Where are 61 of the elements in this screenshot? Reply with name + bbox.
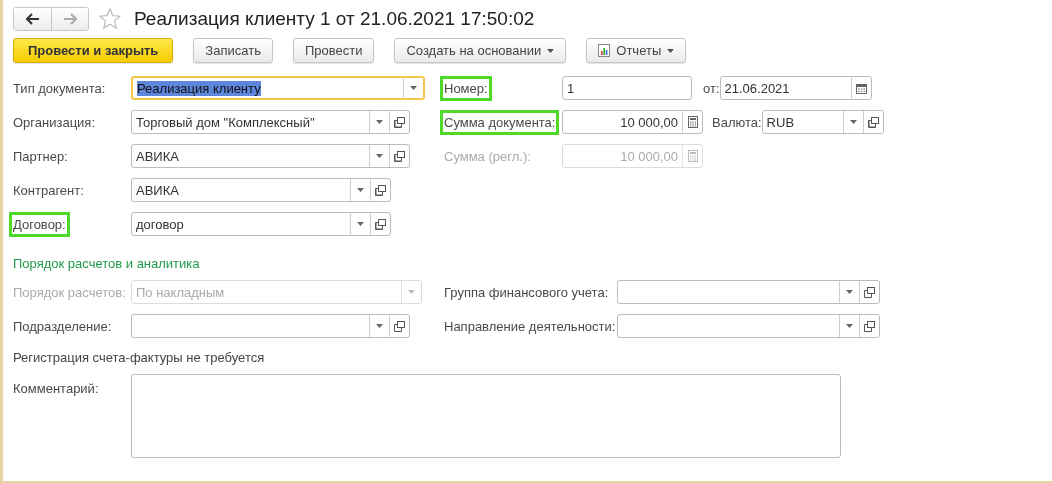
text-field[interactable]: 1 xyxy=(562,76,692,100)
field-label: Подразделение: xyxy=(13,317,112,335)
reports-button[interactable]: Отчеты xyxy=(586,38,687,63)
field-label: Комментарий: xyxy=(13,380,100,398)
caret-icon xyxy=(357,222,364,226)
number-field[interactable]: 10 000,00 xyxy=(562,110,703,134)
report-icon xyxy=(598,44,611,57)
calculator-icon xyxy=(687,150,698,162)
open-window-icon xyxy=(394,320,405,332)
left-arrow-icon xyxy=(25,13,40,25)
select-field[interactable]: Реализация клиенту xyxy=(131,76,425,100)
calendar-icon xyxy=(855,82,867,94)
caret-icon xyxy=(849,120,857,124)
open-window-icon xyxy=(864,286,875,298)
open-window-icon xyxy=(394,116,405,128)
field-label: Тип документа: xyxy=(13,79,106,97)
caret-icon xyxy=(846,290,853,294)
section-heading: Порядок расчетов и аналитика xyxy=(13,256,201,272)
date-field[interactable]: 21.06.2021 xyxy=(719,76,872,100)
calculator-icon xyxy=(687,116,698,128)
field-label: Организация: xyxy=(13,113,96,131)
caret-icon xyxy=(408,290,415,294)
field-label: Контрагент: xyxy=(13,181,84,199)
toolbar-button[interactable]: Провести и закрыть xyxy=(13,38,174,63)
window-title: Реализация клиенту 1 от 21.06.2021 17:50:02 xyxy=(134,8,535,30)
toolbar-button[interactable]: Записать xyxy=(193,38,273,63)
select-field[interactable] xyxy=(617,314,880,338)
back-button[interactable] xyxy=(14,8,51,30)
field-label: Партнер: xyxy=(13,147,68,165)
field-label: Порядок расчетов: xyxy=(13,283,126,301)
caret-icon xyxy=(376,120,383,124)
invoice-note: Регистрация счета-фактуры не требуется xyxy=(13,350,266,365)
caret-icon xyxy=(667,48,675,53)
open-window-icon xyxy=(394,150,405,162)
caret-icon xyxy=(376,154,383,158)
select-field[interactable]: АВИКА xyxy=(131,178,391,202)
caret-icon xyxy=(846,324,853,328)
open-window-icon xyxy=(864,320,875,332)
comment-field[interactable] xyxy=(131,374,841,458)
caret-icon xyxy=(357,188,364,192)
field-label: Направление деятельности: xyxy=(444,317,616,335)
toolbar-button[interactable]: Создать на основании xyxy=(394,38,567,63)
caret-icon xyxy=(547,48,555,53)
open-window-icon xyxy=(867,116,879,128)
select-field[interactable]: RUB xyxy=(761,110,884,134)
select-field[interactable]: Торговый дом "Комплексный" xyxy=(131,110,410,134)
select-field[interactable] xyxy=(617,280,880,304)
field-label: от: xyxy=(703,79,720,97)
select-field[interactable] xyxy=(131,314,410,338)
select-field[interactable]: договор xyxy=(131,212,391,236)
star-icon[interactable] xyxy=(98,7,122,31)
caret-icon xyxy=(410,86,417,90)
field-label: Группа финансового учета: xyxy=(444,283,609,301)
caret-icon xyxy=(376,324,383,328)
right-arrow-icon xyxy=(63,13,77,25)
open-window-icon xyxy=(375,184,386,196)
select-field[interactable]: АВИКА xyxy=(131,144,410,168)
open-window-icon xyxy=(375,218,386,230)
toolbar-button[interactable]: Провести xyxy=(292,38,375,63)
field-label: Валюта: xyxy=(712,113,762,131)
field-label: Сумма (регл.): xyxy=(444,147,531,165)
